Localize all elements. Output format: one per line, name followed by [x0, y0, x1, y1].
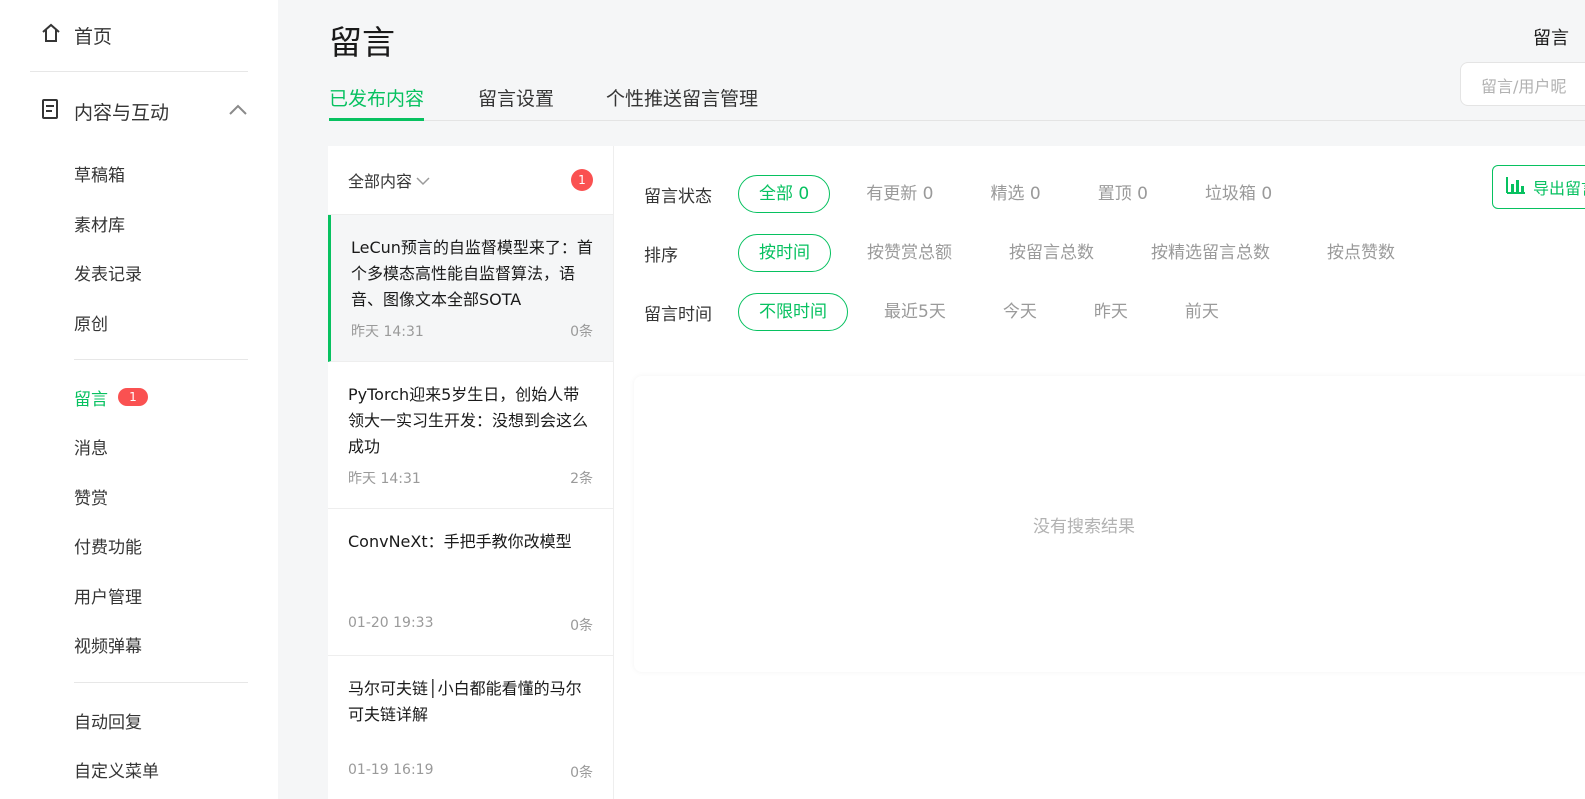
- sidebar-item-original[interactable]: 原创: [74, 309, 108, 335]
- sort-option-comment-total[interactable]: 按留言总数: [988, 234, 1115, 272]
- comments-results-panel: 没有搜索结果: [634, 376, 1585, 672]
- sort-option-reward-total[interactable]: 按赞赏总额: [846, 234, 973, 272]
- sort-option-time[interactable]: 按时间: [738, 234, 831, 272]
- home-icon: [40, 22, 62, 49]
- article-item[interactable]: LeCun预言的自监督模型来了：首个多模态高性能自监督算法，语音、图像文本全部S…: [328, 215, 613, 362]
- status-option-pinned[interactable]: 置顶 0: [1077, 175, 1169, 213]
- sidebar-item-paid-features[interactable]: 付费功能: [74, 532, 142, 558]
- export-button-label: 导出留言: [1533, 179, 1585, 198]
- divider: [30, 71, 248, 72]
- article-title: PyTorch迎来5岁生日，创始人带领大一实习生开发：没想到会这么成功: [348, 385, 589, 456]
- sidebar-item-messages[interactable]: 消息: [74, 433, 108, 459]
- article-list: 全部内容 1 LeCun预言的自监督模型来了：首个多模态高性能自监督算法，语音、…: [328, 146, 614, 799]
- chevron-down-icon: [416, 171, 430, 190]
- sidebar-item-label: 首页: [74, 25, 113, 48]
- page-title: 留言: [329, 23, 395, 62]
- export-comments-button[interactable]: 导出留言: [1492, 165, 1585, 209]
- sidebar-item-comments[interactable]: 留言 1: [74, 384, 148, 410]
- sort-option-likes[interactable]: 按点赞数: [1306, 234, 1416, 272]
- article-title: 马尔可夫链│小白都能看懂的马尔可夫链详解: [348, 679, 582, 724]
- time-option-last-5-days[interactable]: 最近5天: [863, 293, 967, 331]
- time-option-day-before[interactable]: 前天: [1164, 293, 1240, 331]
- tab-bar: 已发布内容 留言设置 个性推送留言管理: [329, 84, 1585, 121]
- tab-push-comment-management[interactable]: 个性推送留言管理: [606, 84, 758, 121]
- time-option-unlimited[interactable]: 不限时间: [738, 293, 848, 331]
- time-option-yesterday[interactable]: 昨天: [1073, 293, 1149, 331]
- time-option-today[interactable]: 今天: [982, 293, 1058, 331]
- status-filter-label: 留言状态: [644, 186, 712, 207]
- article-time: 昨天 14:31: [351, 324, 424, 340]
- tab-comment-settings[interactable]: 留言设置: [478, 84, 554, 121]
- sidebar-item-label: 留言: [74, 389, 108, 410]
- sidebar-item-home[interactable]: 首页: [40, 20, 112, 50]
- empty-state-text: 没有搜索结果: [1033, 516, 1135, 537]
- status-option-trash[interactable]: 垃圾箱 0: [1184, 175, 1293, 213]
- tab-published[interactable]: 已发布内容: [329, 84, 425, 121]
- sidebar-item-drafts[interactable]: 草稿箱: [74, 160, 125, 186]
- article-item[interactable]: PyTorch迎来5岁生日，创始人带领大一实习生开发：没想到会这么成功 昨天 1…: [328, 362, 613, 509]
- comment-filters-panel: 留言状态 全部 0 有更新 0 精选 0 置顶 0 垃圾箱 0 排序 按时间 按…: [614, 146, 1585, 799]
- sidebar-section-label: 内容与互动: [74, 101, 170, 124]
- article-comment-count: 0条: [570, 324, 593, 340]
- bar-chart-icon: [1505, 175, 1527, 199]
- article-time: 01-20 19:33: [348, 615, 434, 631]
- sidebar-section-content[interactable]: 内容与互动: [40, 96, 248, 126]
- status-option-featured[interactable]: 精选 0: [969, 175, 1061, 213]
- sidebar-item-materials[interactable]: 素材库: [74, 210, 125, 236]
- article-title: ConvNeXt：手把手教你改模型: [348, 532, 572, 551]
- article-comment-count: 0条: [570, 765, 593, 781]
- time-filter-row: 留言时间 不限时间 最近5天 今天 昨天 前天: [644, 293, 1255, 331]
- top-right-comments-link[interactable]: 留言: [1533, 24, 1569, 50]
- document-icon: [40, 98, 60, 125]
- sidebar-item-auto-reply[interactable]: 自动回复: [74, 707, 142, 733]
- article-filter-label: 全部内容: [348, 172, 413, 191]
- status-option-all[interactable]: 全部 0: [738, 175, 831, 213]
- article-filter[interactable]: 全部内容 1: [328, 146, 613, 215]
- sort-filter-row: 排序 按时间 按赞赏总额 按留言总数 按精选留言总数 按点赞数: [644, 234, 1431, 272]
- divider: [74, 682, 248, 683]
- article-comment-count: 2条: [570, 471, 593, 487]
- article-time: 昨天 14:31: [348, 471, 421, 487]
- comments-badge: 1: [118, 388, 148, 406]
- sidebar-item-user-management[interactable]: 用户管理: [74, 582, 142, 608]
- article-comment-count: 0条: [570, 618, 593, 634]
- article-item[interactable]: ConvNeXt：手把手教你改模型 01-20 19:33 0条: [328, 509, 613, 656]
- article-item[interactable]: 马尔可夫链│小白都能看懂的马尔可夫链详解 01-19 16:19 0条: [328, 656, 613, 799]
- sort-option-featured-total[interactable]: 按精选留言总数: [1130, 234, 1291, 272]
- status-filter-row: 留言状态 全部 0 有更新 0 精选 0 置顶 0 垃圾箱 0: [644, 175, 1308, 213]
- sidebar-item-rewards[interactable]: 赞赏: [74, 483, 108, 509]
- divider: [74, 359, 248, 360]
- article-title: LeCun预言的自监督模型来了：首个多模态高性能自监督算法，语音、图像文本全部S…: [351, 238, 593, 309]
- unread-count-badge: 1: [571, 169, 593, 191]
- sidebar-item-video-danmaku[interactable]: 视频弹幕: [74, 631, 142, 657]
- time-filter-label: 留言时间: [644, 304, 712, 325]
- article-time: 01-19 16:19: [348, 762, 434, 778]
- sort-filter-label: 排序: [644, 245, 678, 266]
- status-option-updated[interactable]: 有更新 0: [845, 175, 954, 213]
- chevron-up-icon[interactable]: [228, 100, 248, 122]
- sidebar-item-publish-history[interactable]: 发表记录: [74, 259, 142, 285]
- sidebar-item-custom-menu[interactable]: 自定义菜单: [74, 756, 159, 782]
- sidebar: 首页 内容与互动 草稿箱 素材库 发表记录 原创 留言 1 消息 赞赏 付费功能…: [0, 0, 278, 799]
